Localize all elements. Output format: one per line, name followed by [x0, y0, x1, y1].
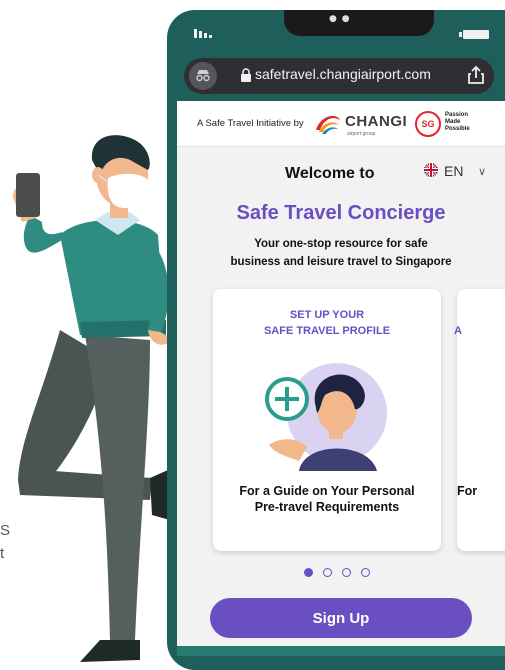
carousel-dot[interactable] — [304, 568, 313, 577]
initiative-text: A Safe Travel Initiative by — [197, 118, 304, 129]
card-title-partial: A — [454, 325, 462, 337]
incognito-icon[interactable] — [189, 62, 217, 90]
changi-logo-icon — [316, 115, 340, 134]
carousel-card-next[interactable]: A For — [454, 289, 505, 551]
url-text[interactable]: safetravel.changiairport.com — [255, 66, 431, 82]
carousel-dot[interactable] — [323, 568, 332, 577]
welcome-text: Welcome to — [285, 165, 375, 182]
subtitle-line-1: Your one-stop resource for safe — [254, 238, 428, 250]
carousel-card-profile[interactable]: SET UP YOUR SAFE TRAVEL PROFILE For a Gu… — [213, 289, 441, 551]
uk-flag-icon[interactable] — [424, 163, 438, 177]
sign-up-button[interactable]: Sign Up — [210, 598, 472, 638]
changi-subtext: airport group — [347, 131, 376, 137]
changi-wordmark: CHANGI — [345, 113, 408, 130]
camera-dots: ● ● — [329, 14, 351, 24]
language-selector[interactable]: EN — [444, 163, 463, 179]
carousel-dots — [304, 568, 384, 580]
sg-badge: SG — [415, 111, 441, 137]
profile-illustration — [265, 363, 387, 471]
card-description: For a Guide on Your Personal Pre-travel … — [239, 484, 415, 514]
carousel-dot[interactable] — [342, 568, 351, 577]
chevron-down-icon[interactable]: ∨ — [478, 165, 486, 178]
carousel-dot[interactable] — [361, 568, 370, 577]
page-title: Safe Travel Concierge — [236, 202, 446, 224]
web-screen: A Safe Travel Initiative by CHANGI airpo… — [177, 101, 505, 646]
initiative-banner: A Safe Travel Initiative by CHANGI airpo… — [177, 101, 505, 147]
side-text-2: t — [0, 545, 5, 562]
battery-icon — [459, 30, 489, 39]
phone-bottom-bar — [177, 646, 505, 656]
signal-icon — [194, 29, 212, 38]
side-text-1: S — [0, 522, 11, 539]
phone-notch — [284, 10, 434, 36]
subtitle-line-2: business and leisure travel to Singapore — [230, 256, 452, 268]
share-icon[interactable] — [465, 64, 487, 86]
passion-made-possible: Passion Made Possible — [445, 112, 470, 132]
card-title: SET UP YOUR SAFE TRAVEL PROFILE — [263, 309, 391, 337]
lock-icon — [241, 68, 251, 82]
card-description-partial: For — [457, 484, 478, 498]
